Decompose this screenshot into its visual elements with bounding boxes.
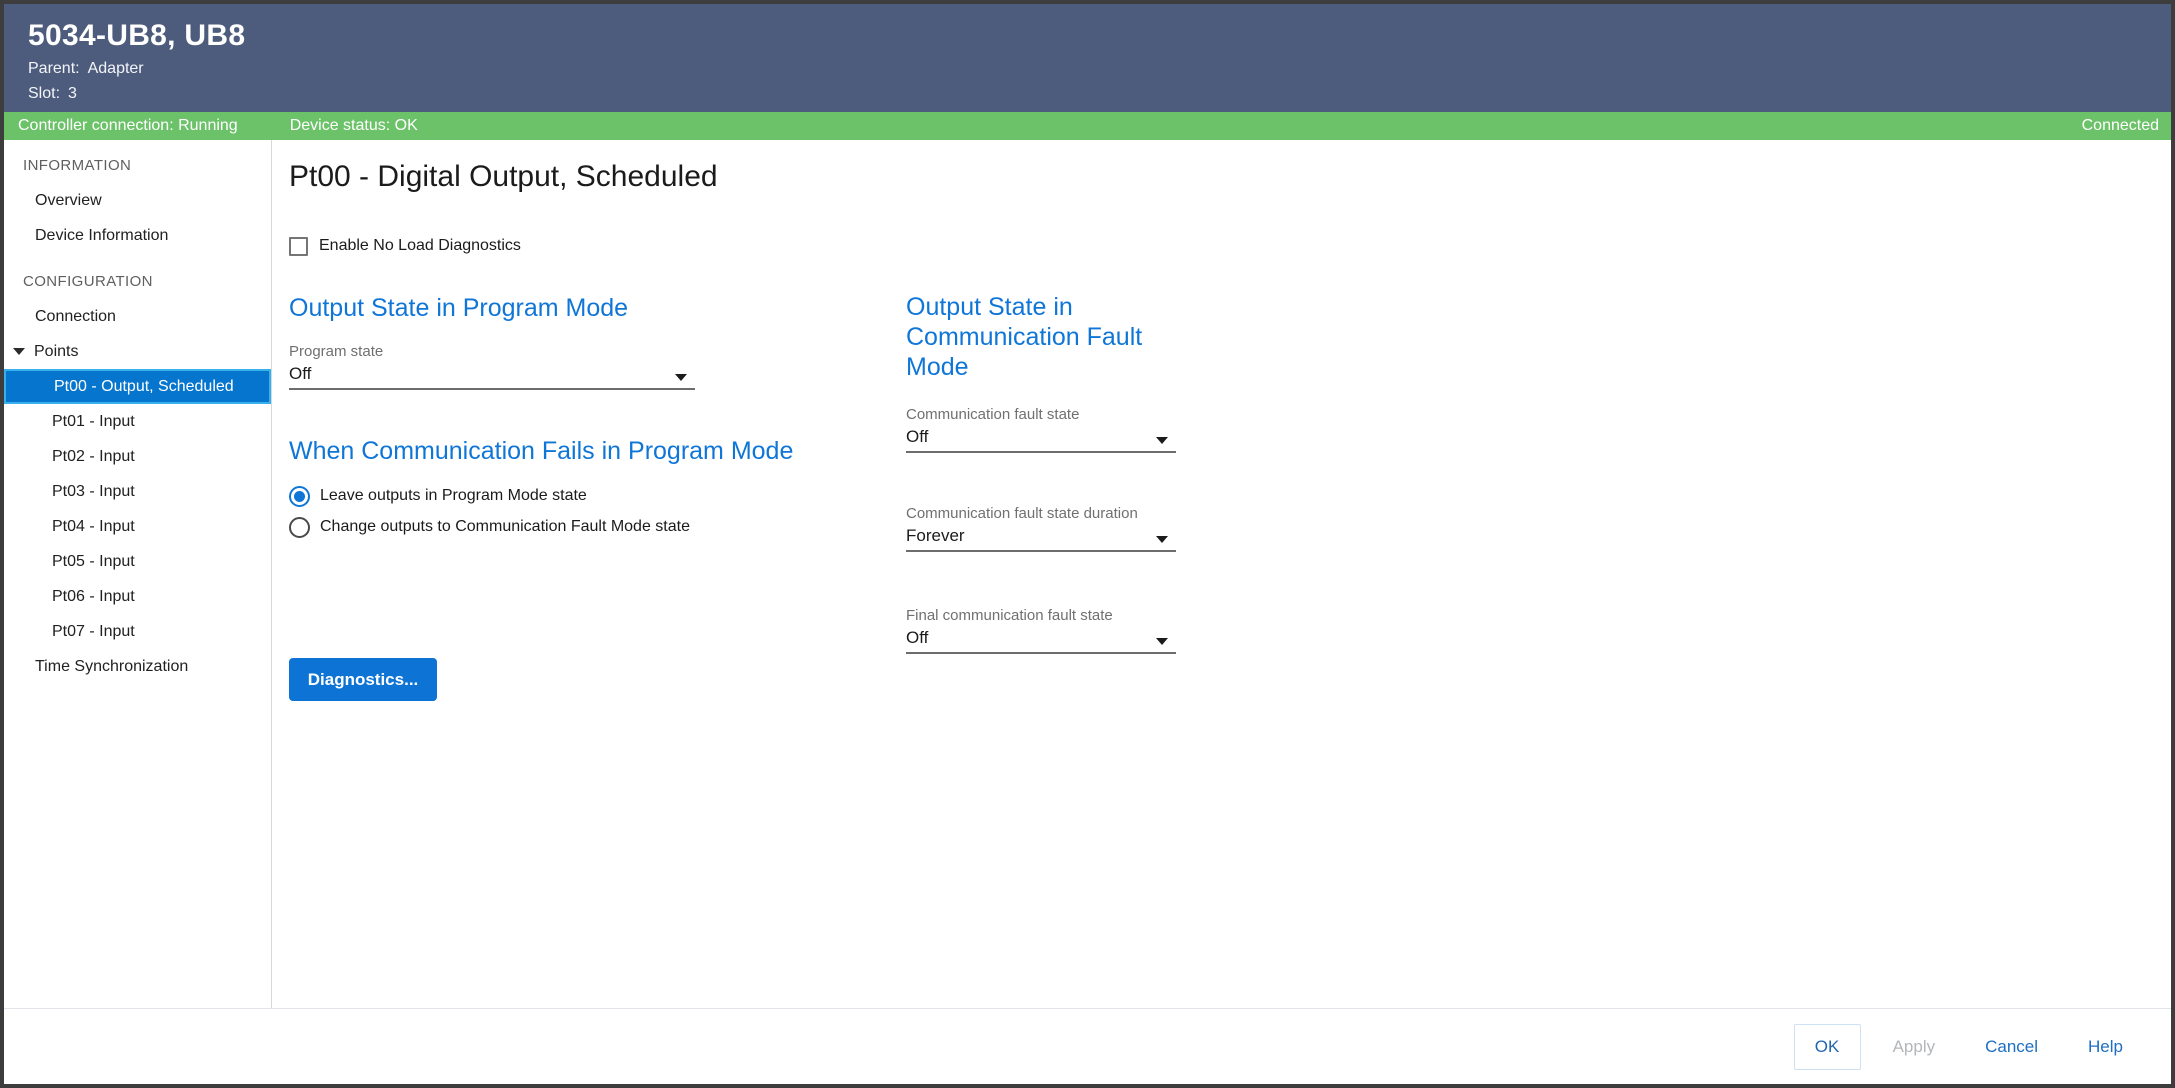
ok-button[interactable]: OK	[1794, 1024, 1861, 1070]
controller-connection-status: Controller connection: Running	[18, 117, 238, 135]
program-state-label: Program state	[289, 343, 869, 361]
chevron-down-icon	[1156, 638, 1168, 645]
enable-no-load-diagnostics-row[interactable]: Enable No Load Diagnostics	[289, 235, 869, 257]
points-expander-icon[interactable]	[13, 348, 25, 355]
communication-fault-duration-value: Forever	[906, 526, 965, 546]
change-outputs-radio-row[interactable]: Change outputs to Communication Fault Mo…	[289, 516, 869, 538]
sidebar-item-device-information[interactable]: Device Information	[4, 218, 271, 253]
parent-line: Parent: Adapter	[28, 60, 2171, 78]
sidebar-item-pt05[interactable]: Pt05 - Input	[4, 544, 271, 579]
slot-line: Slot: 3	[28, 85, 2171, 103]
device-status: Device status: OK	[290, 117, 418, 135]
device-title: 5034-UB8, UB8	[28, 19, 2171, 53]
sidebar-section-configuration: CONFIGURATION	[4, 264, 271, 299]
sidebar-item-pt06[interactable]: Pt06 - Input	[4, 579, 271, 614]
leave-outputs-radio[interactable]	[289, 486, 310, 507]
output-state-comm-fault-heading: Output State in Communication Fault Mode	[906, 292, 1196, 382]
sidebar-item-time-synchronization[interactable]: Time Synchronization	[4, 649, 271, 684]
slot-label: Slot:	[28, 85, 60, 102]
enable-no-load-diagnostics-label: Enable No Load Diagnostics	[319, 237, 521, 255]
sidebar-section-information: INFORMATION	[4, 148, 271, 183]
parent-label: Parent:	[28, 60, 80, 77]
footer-button-bar: OK Apply Cancel Help	[4, 1008, 2171, 1084]
enable-no-load-diagnostics-checkbox[interactable]	[289, 237, 308, 256]
change-outputs-radio[interactable]	[289, 517, 310, 538]
chevron-down-icon	[1156, 437, 1168, 444]
communication-fault-duration-label: Communication fault state duration	[906, 505, 1196, 523]
sidebar-item-pt07[interactable]: Pt07 - Input	[4, 614, 271, 649]
chevron-down-icon	[1156, 536, 1168, 543]
chevron-down-icon	[675, 374, 687, 381]
help-button[interactable]: Help	[2070, 1025, 2141, 1069]
sidebar-item-connection[interactable]: Connection	[4, 299, 271, 334]
leave-outputs-radio-row[interactable]: Leave outputs in Program Mode state	[289, 485, 869, 507]
left-column: Pt00 - Digital Output, Scheduled Enable …	[289, 158, 869, 701]
header: 5034-UB8, UB8 Parent: Adapter Slot: 3	[4, 4, 2171, 112]
change-outputs-radio-label: Change outputs to Communication Fault Mo…	[320, 518, 690, 536]
window-body: INFORMATION Overview Device Information …	[4, 140, 2171, 1008]
parent-value: Adapter	[88, 60, 144, 77]
communication-fault-state-dropdown[interactable]: Off	[906, 427, 1176, 453]
sidebar-item-pt03[interactable]: Pt03 - Input	[4, 474, 271, 509]
sidebar-item-pt04[interactable]: Pt04 - Input	[4, 509, 271, 544]
communication-fault-duration-dropdown[interactable]: Forever	[906, 526, 1176, 552]
final-communication-fault-state-value: Off	[906, 628, 928, 648]
sidebar-item-pt01[interactable]: Pt01 - Input	[4, 404, 271, 439]
output-state-program-mode-heading: Output State in Program Mode	[289, 293, 869, 323]
apply-button[interactable]: Apply	[1875, 1025, 1954, 1069]
connection-state-badge: Connected	[2082, 117, 2159, 135]
sidebar-item-pt02[interactable]: Pt02 - Input	[4, 439, 271, 474]
communication-fault-state-label: Communication fault state	[906, 406, 1196, 424]
sidebar-item-overview[interactable]: Overview	[4, 183, 271, 218]
final-communication-fault-state-dropdown[interactable]: Off	[906, 628, 1176, 654]
slot-value: 3	[68, 85, 77, 102]
program-state-dropdown[interactable]: Off	[289, 364, 695, 390]
sidebar-item-pt00[interactable]: Pt00 - Output, Scheduled	[4, 369, 271, 404]
diagnostics-button[interactable]: Diagnostics...	[289, 658, 437, 701]
status-bar: Controller connection: Running Device st…	[4, 112, 2171, 140]
leave-outputs-radio-label: Leave outputs in Program Mode state	[320, 487, 587, 505]
sidebar-item-points-label: Points	[34, 334, 78, 369]
cancel-button[interactable]: Cancel	[1967, 1025, 2056, 1069]
program-state-value: Off	[289, 364, 311, 384]
communication-fault-state-value: Off	[906, 427, 928, 447]
main-content: Pt00 - Digital Output, Scheduled Enable …	[272, 140, 2171, 1008]
sidebar-item-points[interactable]: Points	[4, 334, 271, 369]
navigation-sidebar: INFORMATION Overview Device Information …	[4, 140, 272, 1008]
page-title: Pt00 - Digital Output, Scheduled	[289, 158, 869, 196]
radio-dot	[294, 491, 305, 502]
right-column: Output State in Communication Fault Mode…	[906, 140, 1196, 654]
final-communication-fault-state-label: Final communication fault state	[906, 607, 1196, 625]
when-communication-fails-heading: When Communication Fails in Program Mode	[289, 436, 869, 466]
device-profile-window: 5034-UB8, UB8 Parent: Adapter Slot: 3 Cont…	[0, 0, 2175, 1088]
